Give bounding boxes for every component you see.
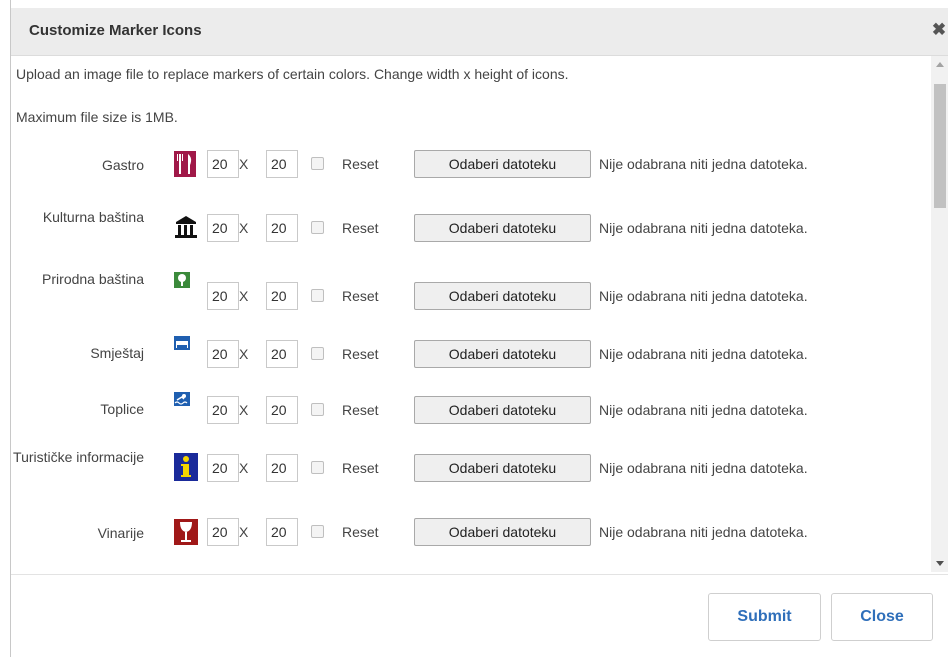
width-input[interactable]	[207, 396, 239, 424]
category-label: Vinarije	[97, 525, 144, 541]
category-label: Gastro	[101, 157, 144, 173]
file-status: Nije odabrana niti jedna datoteka.	[599, 288, 808, 304]
info-icon	[174, 453, 198, 481]
dimension-separator: X	[239, 346, 249, 362]
category-label: Smještaj	[90, 345, 144, 361]
tree-icon	[174, 272, 190, 288]
dialog-titlebar: Customize Marker Icons ✖	[11, 8, 948, 56]
dimension-separator: X	[239, 402, 249, 418]
marker-row-smjestaj: Smještaj X Reset Odaberi datoteku Nije o…	[11, 336, 929, 380]
choose-file-button[interactable]: Odaberi datoteku	[414, 150, 591, 178]
dimension-separator: X	[239, 524, 249, 540]
height-input[interactable]	[266, 150, 298, 178]
width-input[interactable]	[207, 340, 239, 368]
choose-file-button[interactable]: Odaberi datoteku	[414, 518, 591, 546]
customize-marker-icons-dialog: Customize Marker Icons ✖ Upload an image…	[10, 0, 948, 657]
file-status: Nije odabrana niti jedna datoteka.	[599, 156, 808, 172]
dialog-footer: Submit Close	[11, 574, 948, 658]
reset-checkbox[interactable]	[311, 347, 324, 360]
width-input[interactable]	[207, 214, 239, 242]
dialog-title: Customize Marker Icons	[29, 22, 202, 39]
file-status: Nije odabrana niti jedna datoteka.	[599, 524, 808, 540]
marker-row-kulturna-bastina: Kulturna baština X Reset Odaberi datotek…	[11, 206, 929, 250]
file-status: Nije odabrana niti jedna datoteka.	[599, 402, 808, 418]
width-input[interactable]	[207, 150, 239, 178]
file-status: Nije odabrana niti jedna datoteka.	[599, 220, 808, 236]
scroll-down-arrow-icon[interactable]	[936, 561, 944, 566]
height-input[interactable]	[266, 214, 298, 242]
marker-row-vinarije: Vinarije X Reset Odaberi datoteku Nije o…	[11, 510, 929, 554]
content-scrollbar[interactable]	[931, 56, 948, 572]
reset-label: Reset	[342, 220, 379, 236]
choose-file-button[interactable]: Odaberi datoteku	[414, 396, 591, 424]
file-size-note: Maximum file size is 1MB.	[16, 109, 178, 125]
width-input[interactable]	[207, 518, 239, 546]
height-input[interactable]	[266, 340, 298, 368]
museum-icon	[174, 215, 198, 239]
reset-label: Reset	[342, 402, 379, 418]
dimension-separator: X	[239, 288, 249, 304]
close-icon[interactable]: ✖	[931, 20, 947, 39]
reset-label: Reset	[342, 288, 379, 304]
file-status: Nije odabrana niti jedna datoteka.	[599, 460, 808, 476]
intro-text: Upload an image file to replace markers …	[16, 66, 569, 82]
width-input[interactable]	[207, 454, 239, 482]
reset-checkbox[interactable]	[311, 525, 324, 538]
category-label: Prirodna baština	[42, 271, 144, 287]
marker-row-toplice: Toplice X Reset Odaberi datoteku Nije od…	[11, 392, 929, 436]
wine-glass-icon	[174, 519, 198, 545]
dimension-separator: X	[239, 156, 249, 172]
choose-file-button[interactable]: Odaberi datoteku	[414, 214, 591, 242]
reset-label: Reset	[342, 346, 379, 362]
scrollbar-thumb[interactable]	[934, 84, 946, 208]
reset-checkbox[interactable]	[311, 403, 324, 416]
reset-label: Reset	[342, 460, 379, 476]
dimension-separator: X	[239, 220, 249, 236]
height-input[interactable]	[266, 282, 298, 310]
submit-button[interactable]: Submit	[708, 593, 821, 641]
reset-checkbox[interactable]	[311, 221, 324, 234]
marker-row-gastro: Gastro X Reset Odaberi datoteku Nije oda…	[11, 142, 929, 186]
close-button[interactable]: Close	[831, 593, 933, 641]
width-input[interactable]	[207, 282, 239, 310]
height-input[interactable]	[266, 396, 298, 424]
category-label: Turističke informacije	[13, 449, 144, 465]
choose-file-button[interactable]: Odaberi datoteku	[414, 282, 591, 310]
bed-icon	[174, 336, 190, 350]
reset-label: Reset	[342, 156, 379, 172]
marker-row-prirodna-bastina: Prirodna baština X Reset Odaberi datotek…	[11, 270, 929, 314]
category-label: Kulturna baština	[42, 209, 144, 225]
category-label: Toplice	[100, 401, 144, 417]
marker-row-turisticke-informacije: Turističke informacije X Reset Odaberi d…	[11, 446, 929, 490]
height-input[interactable]	[266, 454, 298, 482]
dimension-separator: X	[239, 460, 249, 476]
reset-checkbox[interactable]	[311, 289, 324, 302]
choose-file-button[interactable]: Odaberi datoteku	[414, 340, 591, 368]
choose-file-button[interactable]: Odaberi datoteku	[414, 454, 591, 482]
reset-checkbox[interactable]	[311, 157, 324, 170]
height-input[interactable]	[266, 518, 298, 546]
reset-checkbox[interactable]	[311, 461, 324, 474]
cutlery-icon	[174, 151, 196, 177]
reset-label: Reset	[342, 524, 379, 540]
spa-swimmer-icon	[174, 392, 190, 406]
file-status: Nije odabrana niti jedna datoteka.	[599, 346, 808, 362]
scroll-up-arrow-icon[interactable]	[936, 62, 944, 67]
dialog-content: Upload an image file to replace markers …	[11, 56, 929, 572]
